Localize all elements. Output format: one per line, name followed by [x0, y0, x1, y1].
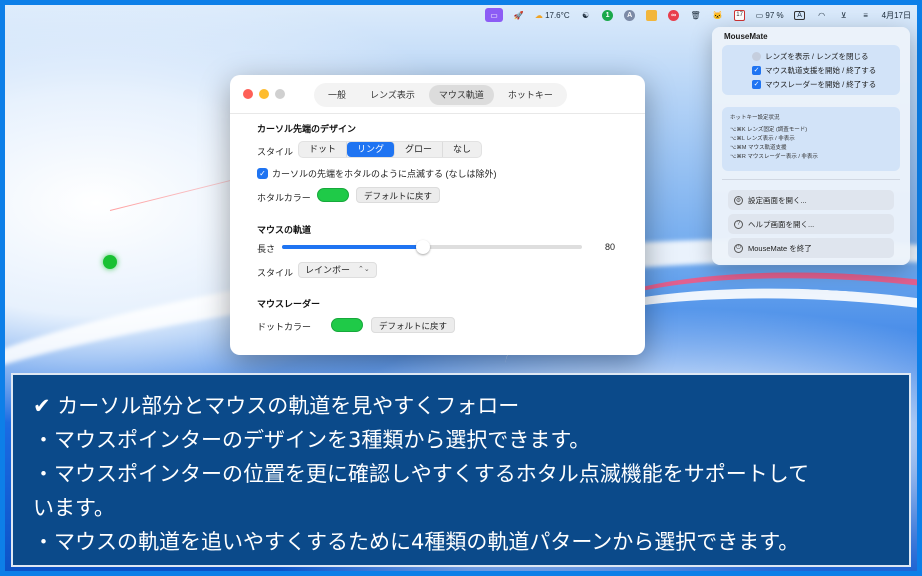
- dot-color-label: ドットカラー: [257, 322, 312, 332]
- question-icon: ?: [734, 219, 743, 229]
- zoom-window-button[interactable]: [275, 89, 285, 99]
- style-label: スタイル: [257, 147, 294, 157]
- cloud-sun-icon: ☁: [534, 10, 543, 20]
- notes-icon[interactable]: [646, 9, 658, 21]
- weather-status[interactable]: ☁ 17.6°C: [535, 8, 570, 22]
- cursor-style-segmented-control: ドット リング グロー なし: [298, 141, 483, 158]
- settings-tabbar: 一般 レンズ表示 マウス軌道 ホットキー: [314, 83, 567, 107]
- hotkey-line: ⌥⌘R マウスレーダー表示 / 非表示: [730, 154, 818, 160]
- calendar-icon[interactable]: 17: [734, 9, 746, 21]
- menu-item-lens[interactable]: レンズを表示 / レンズを閉じる: [722, 49, 900, 63]
- trail-style-label: スタイル: [257, 268, 294, 278]
- trail-section-title: マウスの軌道: [257, 225, 312, 235]
- divider: [722, 179, 900, 180]
- tab-general[interactable]: 一般: [318, 85, 356, 105]
- gear-icon: ⚙: [734, 195, 743, 205]
- menu-item-label: マウス軌道支援を開始 / 終了する: [765, 65, 877, 75]
- hotkey-line: ⌥⌘L レンズ表示 / 非表示: [730, 136, 795, 142]
- date-text[interactable]: 4月17日: [882, 8, 911, 22]
- tab-mouse-trail[interactable]: マウス軌道: [428, 85, 494, 105]
- length-label: 長さ: [257, 244, 276, 254]
- trail-checkbox[interactable]: ✓: [752, 65, 761, 75]
- trail-length-value: 80: [605, 242, 616, 252]
- menu-bar: ▭ 🚀 ☁ 17.6°C ☯ 1 A ∞ 🗑 🐱 17 ▭ 97 % A ◠ ⊻…: [5, 5, 917, 25]
- minimize-window-button[interactable]: [259, 89, 269, 99]
- firefly-reset-button[interactable]: デフォルトに戻す: [356, 187, 441, 203]
- firefly-cursor-dot: [103, 255, 117, 269]
- divider: [230, 113, 645, 114]
- airdrop-icon[interactable]: ⊻: [838, 8, 850, 22]
- button-label: ヘルプ画面を開く...: [748, 219, 815, 229]
- translate-icon[interactable]: A: [624, 9, 636, 21]
- trail-style-value: レインボー: [305, 265, 351, 275]
- hotkey-status-box: ホットキー設定状況 ⌥⌘K レンズ固定 (調査モード) ⌥⌘L レンズ表示 / …: [722, 107, 900, 171]
- style-option-none[interactable]: なし: [443, 142, 481, 157]
- trash-icon[interactable]: 🗑: [690, 8, 702, 22]
- firefly-color-well[interactable]: [317, 188, 349, 202]
- wifi-icon[interactable]: ◠: [816, 8, 828, 22]
- lens-circle-icon: [752, 51, 761, 61]
- settings-window: 一般 レンズ表示 マウス軌道 ホットキー カーソル先端のデザイン スタイル ドッ…: [230, 75, 645, 355]
- radar-section-title: マウスレーダー: [257, 299, 321, 309]
- close-window-button[interactable]: [243, 89, 253, 99]
- yin-yang-icon[interactable]: ☯: [580, 8, 592, 22]
- mousemate-menu-panel: MouseMate レンズを表示 / レンズを閉じる ✓ マウス軌道支援を開始 …: [712, 27, 910, 265]
- style-option-dot[interactable]: ドット: [299, 142, 348, 157]
- trail-style-select[interactable]: レインボー ⌃⌄: [298, 262, 377, 278]
- rocket-icon[interactable]: 🚀: [513, 8, 525, 22]
- cat-icon[interactable]: 🐱: [712, 8, 724, 22]
- radar-checkbox[interactable]: ✓: [752, 79, 761, 89]
- caption-heading: ✔ カーソル部分とマウスの軌道を見やすくフォロー: [33, 394, 520, 418]
- caption-line: ・マウスの軌道を追いやすくするために4種類の軌道パターンから選択できます。: [33, 530, 800, 554]
- dot-color-reset-button[interactable]: デフォルトに戻す: [371, 317, 456, 333]
- blink-checkbox-label: カーソルの先端をホタルのように点滅する (なしは除外): [272, 169, 497, 179]
- hotkey-line: ⌥⌘K レンズ固定 (調査モード): [730, 127, 808, 133]
- firefly-color-label: ホタルカラー: [257, 193, 311, 203]
- quit-button[interactable]: ⏻ MouseMate を終了: [728, 238, 894, 258]
- panel-toggle-group: レンズを表示 / レンズを閉じる ✓ マウス軌道支援を開始 / 終了する ✓ マ…: [722, 45, 900, 95]
- menu-item-trail[interactable]: ✓ マウス軌道支援を開始 / 終了する: [722, 63, 900, 77]
- button-label: MouseMate を終了: [748, 243, 812, 253]
- link-icon[interactable]: ∞: [668, 9, 680, 21]
- power-icon: ⏻: [734, 243, 743, 253]
- battery-status[interactable]: ▭ 97 %: [756, 8, 784, 22]
- input-source-icon[interactable]: A: [794, 10, 805, 20]
- hotkey-status-title: ホットキー設定状況: [730, 115, 780, 121]
- blink-checkbox[interactable]: ✓: [257, 168, 268, 179]
- style-option-glow[interactable]: グロー: [395, 142, 444, 157]
- mousemate-menu-icon[interactable]: ▭: [485, 8, 503, 22]
- slider-fill: [282, 245, 423, 249]
- temperature-text: 17.6°C: [545, 10, 570, 20]
- style-option-ring[interactable]: リング: [347, 142, 396, 157]
- dot-color-well[interactable]: [331, 318, 363, 332]
- button-label: 設定画面を開く...: [748, 195, 807, 205]
- open-settings-button[interactable]: ⚙ 設定画面を開く...: [728, 190, 894, 210]
- cursor-design-title: カーソル先端のデザイン: [257, 124, 357, 134]
- tab-hotkeys[interactable]: ホットキー: [498, 85, 563, 105]
- battery-text: 97 %: [765, 10, 784, 20]
- window-controls: [243, 89, 285, 99]
- caption-line: ・マウスポインターの位置を更に確認しやすくするホタル点滅機能をサポートして: [33, 462, 810, 486]
- battery-icon: ▭: [755, 10, 764, 20]
- green-badge-icon[interactable]: 1: [602, 9, 614, 21]
- caption-line: ・マウスポインターのデザインを3種類から選択できます。: [33, 428, 591, 452]
- caption-line: います。: [33, 496, 115, 520]
- hotkey-line: ⌥⌘M マウス軌道支援: [730, 145, 787, 151]
- tab-lens[interactable]: レンズ表示: [360, 85, 425, 105]
- chevron-updown-icon: ⌃⌄: [358, 266, 370, 273]
- open-help-button[interactable]: ? ヘルプ画面を開く...: [728, 214, 894, 234]
- menu-item-radar[interactable]: ✓ マウスレーダーを開始 / 終了する: [722, 77, 900, 91]
- feature-caption: ✔ カーソル部分とマウスの軌道を見やすくフォロー ・マウスポインターのデザインを…: [11, 373, 911, 567]
- slider-knob[interactable]: [416, 240, 430, 254]
- blink-checkbox-row: ✓ カーソルの先端をホタルのように点滅する (なしは除外): [257, 167, 497, 180]
- panel-title: MouseMate: [724, 32, 768, 41]
- menu-item-label: マウスレーダーを開始 / 終了する: [765, 79, 877, 89]
- menu-item-label: レンズを表示 / レンズを閉じる: [765, 51, 869, 61]
- trail-length-slider[interactable]: [282, 240, 582, 254]
- control-center-icon[interactable]: ≡: [860, 8, 872, 22]
